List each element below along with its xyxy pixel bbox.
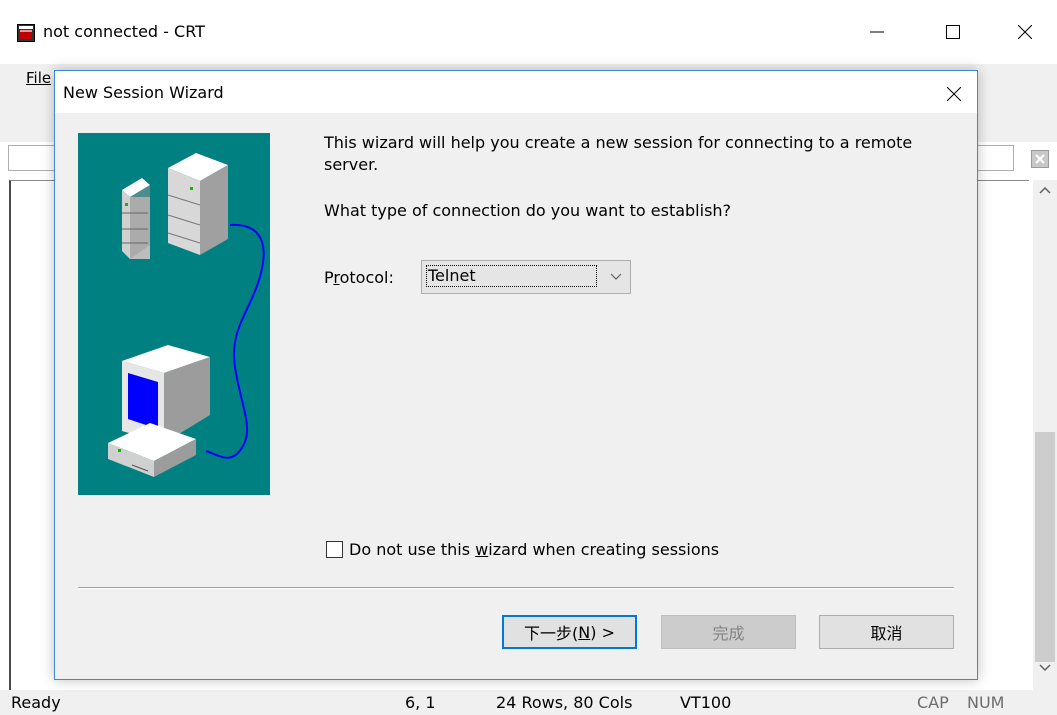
minimize-icon bbox=[870, 31, 884, 33]
status-cursor-position: 6, 1 bbox=[405, 693, 436, 712]
scrollbar-thumb[interactable] bbox=[1035, 432, 1055, 662]
clear-icon[interactable] bbox=[1031, 150, 1049, 168]
close-icon bbox=[947, 87, 961, 101]
minimize-button[interactable] bbox=[855, 12, 899, 52]
dialog-title: New Session Wizard bbox=[63, 83, 224, 102]
protocol-label: Protocol: bbox=[324, 268, 394, 287]
small-server-icon bbox=[122, 178, 150, 259]
wizard-intro-text: This wizard will help you create a new s… bbox=[324, 133, 913, 174]
wizard-illustration bbox=[78, 133, 270, 495]
close-icon bbox=[1018, 25, 1032, 39]
large-server-icon bbox=[167, 153, 228, 255]
dialog-title-bar: New Session Wizard bbox=[55, 71, 977, 113]
crt-app-icon bbox=[17, 24, 35, 42]
scroll-down-icon[interactable] bbox=[1036, 662, 1054, 674]
status-ready: Ready bbox=[11, 693, 61, 712]
skip-wizard-checkbox[interactable] bbox=[326, 541, 343, 558]
close-button[interactable] bbox=[1003, 12, 1047, 52]
chevron-down-icon bbox=[610, 273, 622, 280]
address-input-end[interactable] bbox=[975, 145, 1014, 171]
title-bar: not connected - CRT File bbox=[0, 0, 1057, 171]
status-caps-lock: CAP bbox=[917, 693, 949, 712]
address-input[interactable] bbox=[8, 145, 57, 171]
status-terminal-size: 24 Rows, 80 Cols bbox=[496, 693, 633, 712]
status-bar: Ready 6, 1 24 Rows, 80 Cols VT100 CAP NU… bbox=[0, 690, 1057, 715]
maximize-button[interactable] bbox=[931, 12, 975, 52]
protocol-dropdown[interactable]: Telnet bbox=[421, 260, 631, 294]
finish-button[interactable]: 完成 bbox=[661, 615, 796, 649]
status-terminal-type: VT100 bbox=[680, 693, 732, 712]
skip-wizard-checkbox-label[interactable]: Do not use this wizard when creating ses… bbox=[349, 540, 719, 559]
protocol-selected-value: Telnet bbox=[426, 265, 597, 287]
menu-file[interactable]: File bbox=[26, 69, 51, 87]
status-num-lock: NUM bbox=[967, 693, 1005, 712]
maximize-icon bbox=[946, 25, 960, 39]
cancel-button[interactable]: 取消 bbox=[819, 615, 954, 649]
connection-question-text: What type of connection do you want to e… bbox=[324, 201, 732, 220]
dialog-close-button[interactable] bbox=[937, 79, 971, 109]
scroll-up-icon[interactable] bbox=[1036, 184, 1054, 196]
next-button[interactable]: 下一步(N) > bbox=[502, 615, 637, 649]
dialog-separator bbox=[78, 587, 954, 589]
window-title: not connected - CRT bbox=[43, 22, 205, 41]
new-session-wizard-dialog: New Session Wizard This wizard will help… bbox=[54, 70, 978, 680]
